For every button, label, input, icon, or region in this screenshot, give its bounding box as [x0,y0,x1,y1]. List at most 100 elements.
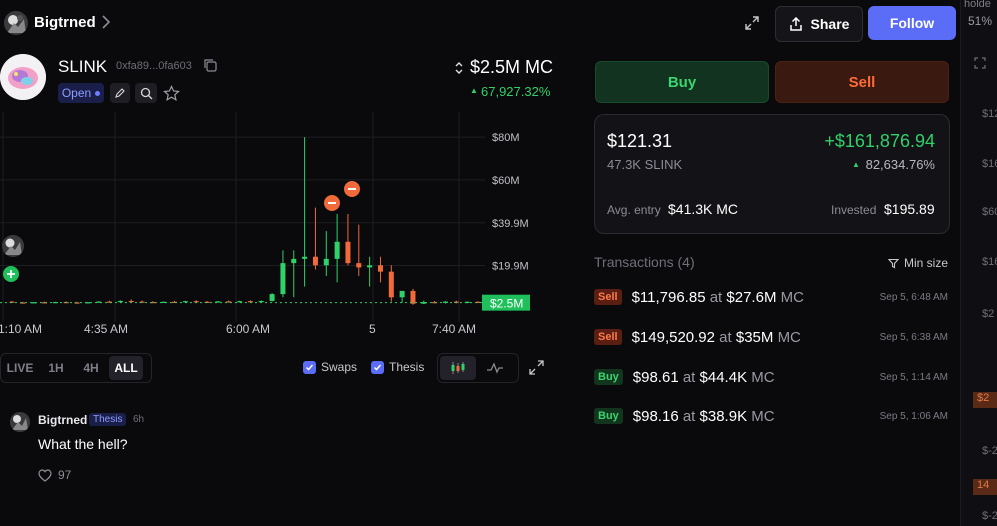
transaction-row[interactable]: Sell $11,796.85 at $27.6M MC Sep 5, 6:48 A… [594,277,948,317]
transaction-mc: $35M [735,328,774,346]
price-change: 67,927.32% [481,84,551,99]
transaction-summary: $98.61 at $44.4K MC [633,369,775,386]
candle-body [117,300,123,303]
share-label: Share [810,16,850,32]
timeframe-all[interactable]: ALL [109,356,143,380]
sell-button[interactable]: Sell [775,61,949,103]
candle-body [269,294,275,301]
follow-button[interactable]: Follow [868,6,956,40]
min-size-filter[interactable]: Min size [888,256,948,270]
side-badge: Buy [594,369,623,385]
price-chart[interactable]: $80M $60M $39.9M $19.9M 1:10 AM 4:35 AM 6:00 A… [0,112,560,344]
side-badge: Buy [594,408,623,424]
checkbox-checked-icon [371,360,384,374]
edge-value: $60 [982,206,997,218]
edge-value: $-2 [982,510,997,522]
comment-text: What the hell? [38,436,128,452]
candle-body [334,241,340,259]
status-label: Open [61,86,92,100]
candle-body [258,300,264,303]
expand-icon[interactable] [744,15,760,36]
search-icon[interactable] [135,83,157,103]
transaction-summary: $149,520.92 at $35M MC [632,329,801,346]
filter-icon [888,258,899,268]
line-chart-icon[interactable] [476,362,514,374]
star-icon[interactable] [163,85,180,107]
transaction-row[interactable]: Buy $98.16 at $38.9K MC Sep 5, 1:06 AM [594,396,948,436]
transaction-mc: $44.4K [699,368,748,386]
like-button[interactable]: 97 [38,468,71,482]
transaction-amount: $98.16 [632,407,679,425]
side-badge: Sell [594,289,622,305]
username[interactable]: Bigtrned [34,14,96,31]
x-tick-label: 1:10 AM [0,322,42,336]
comment-age: 6h [133,414,145,425]
edge-badge: $2 [973,392,997,408]
transaction-row[interactable]: Buy $98.61 at $44.4K MC Sep 5, 1:14 AM [594,357,948,397]
current-price-label: $2.5M [490,297,523,311]
timeframe-4h[interactable]: 4H [73,361,109,375]
transaction-mc: $27.6M [726,288,777,306]
y-tick-label: $19.9M [492,260,529,272]
chevron-right-icon[interactable] [101,14,111,35]
copy-icon[interactable] [203,58,218,78]
position-pnl-pct: 82,634.76% [865,157,935,172]
candle-body [410,290,416,304]
buy-button[interactable]: Buy [595,61,769,103]
edge-value: $-2 [982,445,997,457]
status-badge: Open [58,83,104,103]
timeframe-1h[interactable]: 1H [39,361,73,375]
position-pnl: +$161,876.94 [824,131,935,151]
transaction-amount: $98.61 [632,368,679,386]
transaction-time: Sep 5, 6:48 AM [879,291,948,303]
candle-body [345,241,351,264]
x-tick-label: 6:00 AM [226,322,270,336]
transaction-time: Sep 5, 1:06 AM [879,410,948,422]
market-cap: $2.5M MC [470,57,554,77]
transaction-time: Sep 5, 6:38 AM [879,331,948,343]
candle-body [377,265,383,272]
candle-body [388,271,394,298]
timeframe-selector: LIVE 1H 4H ALL [0,353,152,383]
edge-expand-icon[interactable] [974,56,986,74]
comment-tag: Thesis [89,413,127,426]
transaction-at: at [682,368,696,386]
transaction-time: Sep 5, 1:14 AM [879,371,948,383]
transactions-title: Transactions (4) [594,254,695,270]
share-button[interactable]: Share [775,6,863,42]
edge-value: $16 [982,158,997,170]
y-tick-label: $60M [492,175,520,187]
avg-entry-label: Avg. entry [607,203,661,217]
candle-body [367,265,373,268]
comment-avatar[interactable] [10,412,30,432]
comment-author[interactable]: Bigtrned [38,413,87,427]
candle-body [356,263,362,268]
transaction-amount: $11,796.85 [631,288,706,306]
thesis-toggle[interactable]: Thesis [371,360,424,374]
token-symbol: SLINK [58,57,108,76]
candle-body [312,256,318,266]
edge-pct-fragment: 51% [968,14,993,28]
transaction-at: at [719,328,732,346]
candlestick-chart-icon[interactable] [440,356,476,380]
chart-trader-avatar[interactable] [2,235,24,257]
timeframe-live[interactable]: LIVE [1,361,39,375]
y-tick-label: $39.9M [492,218,529,230]
edge-holders-fragment: holde [964,0,991,10]
edge-value: $12 [982,108,997,120]
sort-icon[interactable] [454,61,464,80]
transaction-row[interactable]: Sell $149,520.92 at $35M MC Sep 5, 6:38 AM [594,317,948,357]
swaps-label: Swaps [321,360,358,374]
transaction-at: at [709,288,723,306]
add-marker-icon[interactable] [3,266,19,282]
swaps-toggle[interactable]: Swaps [303,360,357,374]
status-dot [95,90,101,96]
fullscreen-icon[interactable] [529,360,544,380]
transaction-at: at [682,407,696,425]
candle-body [323,258,329,266]
edit-icon[interactable] [110,83,130,103]
user-avatar[interactable] [4,11,28,35]
transaction-summary: $98.16 at $38.9K MC [633,408,775,425]
transaction-unit: MC [751,368,775,386]
candle-body [128,300,134,303]
